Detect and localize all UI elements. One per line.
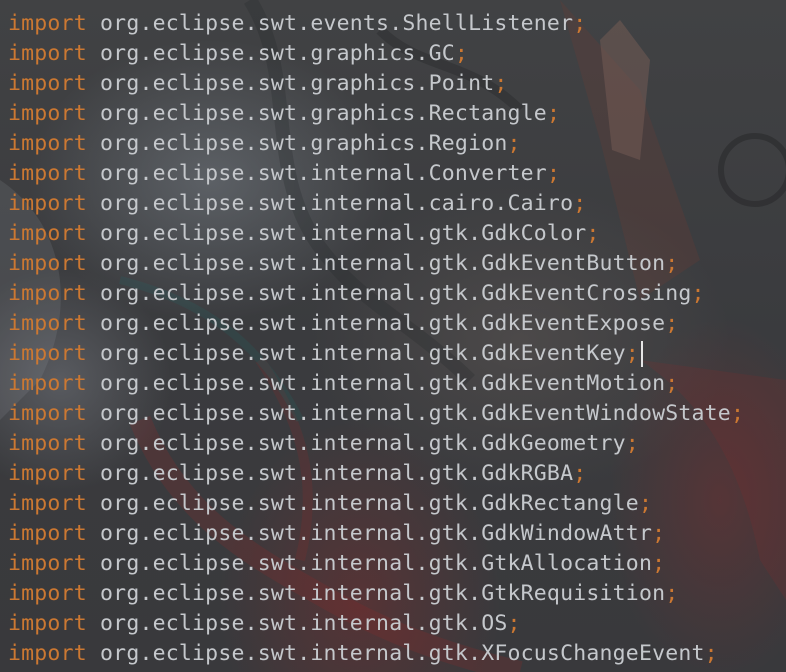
statement-terminator: ;: [665, 581, 679, 606]
statement-terminator: ;: [665, 371, 679, 396]
statement-terminator: ;: [625, 431, 639, 456]
import-keyword: import: [8, 41, 87, 66]
code-line[interactable]: import org.eclipse.swt.internal.gtk.GdkE…: [8, 399, 744, 429]
import-path: org.eclipse.swt.internal.gtk.OS: [100, 611, 508, 636]
import-keyword: import: [8, 11, 87, 36]
code-line[interactable]: import org.eclipse.swt.internal.gtk.GdkR…: [8, 489, 744, 519]
import-path: org.eclipse.swt.internal.gtk.GdkGeometry: [100, 431, 626, 456]
import-path: org.eclipse.swt.internal.gtk.GdkColor: [100, 221, 587, 246]
code-line[interactable]: import org.eclipse.swt.internal.gtk.OS;: [8, 609, 744, 639]
import-keyword: import: [8, 131, 87, 156]
code-line[interactable]: import org.eclipse.swt.graphics.Point;: [8, 69, 744, 99]
import-keyword: import: [8, 611, 87, 636]
statement-terminator: ;: [691, 281, 705, 306]
text-caret: [640, 341, 643, 367]
import-keyword: import: [8, 101, 87, 126]
statement-terminator: ;: [573, 11, 587, 36]
statement-terminator: ;: [573, 461, 587, 486]
import-keyword: import: [8, 161, 87, 186]
import-path: org.eclipse.swt.graphics.GC: [100, 41, 455, 66]
code-line[interactable]: import org.eclipse.swt.events.ShellListe…: [8, 9, 744, 39]
import-keyword: import: [8, 491, 87, 516]
import-path: org.eclipse.swt.internal.gtk.GdkRectangl…: [100, 491, 639, 516]
code-line[interactable]: import org.eclipse.swt.graphics.Rectangl…: [8, 99, 744, 129]
code-editor[interactable]: import org.eclipse.swt.events.ShellListe…: [0, 0, 786, 672]
import-keyword: import: [8, 551, 87, 576]
import-path: org.eclipse.swt.graphics.Point: [100, 71, 495, 96]
import-path: org.eclipse.swt.internal.gtk.GdkEventMot…: [100, 371, 666, 396]
import-keyword: import: [8, 191, 87, 216]
import-path: org.eclipse.swt.internal.gtk.GdkEventBut…: [100, 251, 666, 276]
code-line[interactable]: import org.eclipse.swt.internal.Converte…: [8, 159, 744, 189]
import-path: org.eclipse.swt.internal.gtk.GdkEventWin…: [100, 401, 731, 426]
statement-terminator: ;: [507, 131, 521, 156]
statement-terminator: ;: [494, 71, 508, 96]
import-keyword: import: [8, 581, 87, 606]
import-keyword: import: [8, 251, 87, 276]
statement-terminator: ;: [652, 551, 666, 576]
statement-terminator: ;: [586, 221, 600, 246]
import-path: org.eclipse.swt.internal.Converter: [100, 161, 547, 186]
import-keyword: import: [8, 221, 87, 246]
code-line[interactable]: import org.eclipse.swt.internal.cairo.Ca…: [8, 189, 744, 219]
import-path: org.eclipse.swt.events.ShellListener: [100, 11, 574, 36]
import-path: org.eclipse.swt.internal.gtk.GtkRequisit…: [100, 581, 666, 606]
code-line[interactable]: import org.eclipse.swt.internal.gtk.GdkE…: [8, 279, 744, 309]
code-line[interactable]: import org.eclipse.swt.internal.gtk.GdkE…: [8, 369, 744, 399]
statement-terminator: ;: [665, 251, 679, 276]
statement-terminator: ;: [665, 311, 679, 336]
code-line[interactable]: import org.eclipse.swt.graphics.Region;: [8, 129, 744, 159]
statement-terminator: ;: [730, 401, 745, 426]
import-keyword: import: [8, 461, 87, 486]
code-line[interactable]: import org.eclipse.swt.internal.gtk.GtkR…: [8, 579, 744, 609]
import-keyword: import: [8, 431, 87, 456]
import-path: org.eclipse.swt.internal.gtk.GdkEventCro…: [100, 281, 692, 306]
import-keyword: import: [8, 401, 87, 426]
import-path: org.eclipse.swt.internal.gtk.GtkAllocati…: [100, 551, 653, 576]
statement-terminator: ;: [546, 101, 561, 126]
code-line[interactable]: import org.eclipse.swt.internal.gtk.GdkW…: [8, 519, 744, 549]
code-line[interactable]: import org.eclipse.swt.internal.gtk.GdkE…: [8, 249, 744, 279]
import-path: org.eclipse.swt.internal.gtk.GdkRGBA: [100, 461, 574, 486]
code-lines: import org.eclipse.swt.events.ShellListe…: [8, 9, 744, 669]
statement-terminator: ;: [638, 491, 653, 516]
import-keyword: import: [8, 641, 87, 666]
statement-terminator: ;: [625, 341, 639, 366]
statement-terminator: ;: [573, 191, 587, 216]
import-path: org.eclipse.swt.graphics.Region: [100, 131, 508, 156]
code-line[interactable]: import org.eclipse.swt.internal.gtk.GdkE…: [8, 339, 744, 369]
import-path: org.eclipse.swt.internal.gtk.GdkWindowAt…: [100, 521, 653, 546]
statement-terminator: ;: [507, 611, 521, 636]
import-path: org.eclipse.swt.internal.cairo.Cairo: [100, 191, 574, 216]
import-keyword: import: [8, 371, 87, 396]
statement-terminator: ;: [652, 521, 666, 546]
import-path: org.eclipse.swt.internal.gtk.GdkEventKey: [100, 341, 626, 366]
statement-terminator: ;: [454, 41, 469, 66]
import-path: org.eclipse.swt.internal.gtk.XFocusChang…: [100, 641, 705, 666]
import-keyword: import: [8, 71, 87, 96]
code-line[interactable]: import org.eclipse.swt.graphics.GC;: [8, 39, 744, 69]
code-line[interactable]: import org.eclipse.swt.internal.gtk.GtkA…: [8, 549, 744, 579]
statement-terminator: ;: [546, 161, 561, 186]
import-keyword: import: [8, 341, 87, 366]
code-line[interactable]: import org.eclipse.swt.internal.gtk.GdkC…: [8, 219, 744, 249]
statement-terminator: ;: [704, 641, 718, 666]
code-line[interactable]: import org.eclipse.swt.internal.gtk.GdkE…: [8, 309, 744, 339]
import-path: org.eclipse.swt.graphics.Rectangle: [100, 101, 547, 126]
import-keyword: import: [8, 311, 87, 336]
import-keyword: import: [8, 281, 87, 306]
import-keyword: import: [8, 521, 87, 546]
code-line[interactable]: import org.eclipse.swt.internal.gtk.GdkR…: [8, 459, 744, 489]
code-line[interactable]: import org.eclipse.swt.internal.gtk.XFoc…: [8, 639, 744, 669]
code-line[interactable]: import org.eclipse.swt.internal.gtk.GdkG…: [8, 429, 744, 459]
import-path: org.eclipse.swt.internal.gtk.GdkEventExp…: [100, 311, 666, 336]
